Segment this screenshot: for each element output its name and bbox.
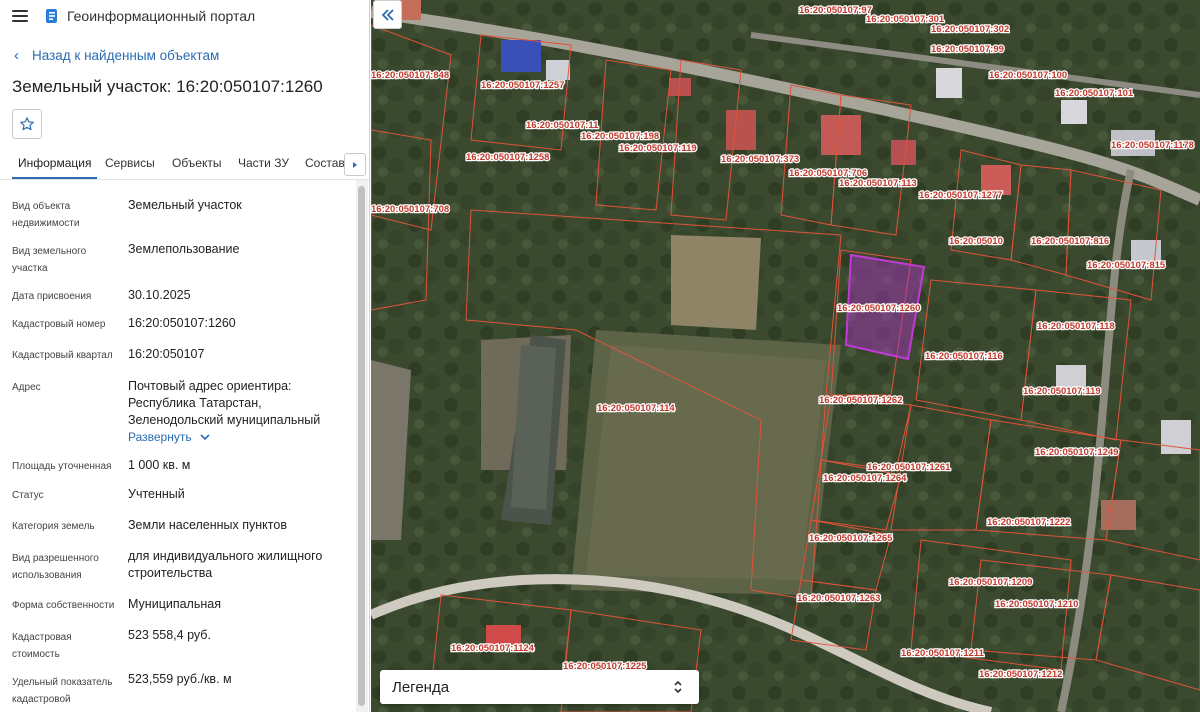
parcel-label: 16:20:050107:1264 — [823, 473, 907, 484]
collapse-panel-button[interactable] — [373, 0, 402, 29]
parcel-label: 16:20:050107:99 — [931, 44, 1004, 55]
parcel-label: 16:20:050107:1210 — [995, 599, 1078, 610]
parcel-label: 16:20:050107:101 — [1055, 88, 1134, 99]
prop-value: Почтовый адрес ориентира: Республика Тат… — [128, 379, 321, 427]
caret-right-icon — [353, 161, 357, 168]
parcel-label: 16:20:050107:118 — [1037, 321, 1115, 332]
double-chevron-left-icon — [381, 8, 394, 21]
parcel-label: 16:20:050107:1265 — [809, 533, 893, 544]
menu-icon[interactable] — [12, 10, 28, 22]
parcel-label: 16:20:050107:114 — [597, 403, 675, 414]
prop-label: Дата присвоения — [12, 291, 92, 302]
parcel-label: 16:20:050107:302 — [931, 24, 1009, 35]
chevron-down-icon — [200, 434, 210, 441]
prop-value: 16:20:050107:1260 — [128, 316, 236, 330]
scrollbar-thumb[interactable] — [358, 186, 365, 706]
tabs-scroll-right-button[interactable] — [344, 153, 366, 176]
tab-info[interactable]: Информация — [12, 150, 98, 179]
prop-label: Статус — [12, 490, 44, 501]
parcel-label: 16:20:050107:1257 — [481, 80, 564, 91]
parcel-label: 16:20:050107:1258 — [466, 152, 549, 163]
parcel-label: 16:20:050107:11 — [526, 120, 599, 131]
parcel-label: 16:20:050107:1124 — [451, 643, 535, 654]
sort-arrows-icon — [674, 680, 682, 694]
parcel-label: 16:20:05010 — [949, 236, 1003, 247]
parcel-label: 16:20:050107:1209 — [949, 577, 1032, 588]
prop-value: 16:20:050107 — [128, 347, 205, 361]
parcel-label: 16:20:050107:1263 — [797, 593, 880, 604]
info-panel: Геоинформационный портал ‹ Назад к найде… — [0, 0, 370, 712]
prop-value: Землепользование — [128, 242, 240, 256]
prop-label: Вид земельного участка — [12, 246, 87, 274]
back-to-results-link[interactable]: ‹ Назад к найденным объектам — [14, 47, 219, 64]
prop-value: Учтенный — [128, 487, 185, 501]
parcel-label: 16:20:050107:1260 — [837, 303, 920, 314]
parcel-labels: 16:20:050107:9716:20:050107:30116:20:050… — [371, 4, 1195, 682]
prop-label: Удельный показатель кадастровой — [12, 677, 113, 705]
parcel-label: 16:20:050107:1261 — [867, 462, 951, 473]
parcel-label: 16:20:050107:373 — [721, 154, 799, 165]
parcel-label: 16:20:050107:816 — [1031, 236, 1109, 247]
favorite-button[interactable] — [12, 109, 42, 139]
prop-label: Кадастровый номер — [12, 319, 106, 330]
expand-label: Развернуть — [128, 430, 192, 444]
parcel-label: 16:20:050107:1222 — [987, 517, 1070, 528]
prop-value: для индивидуального жилищного строительс… — [128, 549, 323, 580]
prop-label: Вид разрешенного использования — [12, 553, 99, 581]
parcel-label: 16:20:050107:116 — [925, 351, 1003, 362]
parcel-boundaries-layer: 16:20:050107:9716:20:050107:30116:20:050… — [371, 4, 1200, 712]
cadastral-map[interactable]: 16:20:050107:97 16:20:050107:301 16:20:050… — [371, 0, 1200, 712]
address-value: Почтовый адрес ориентира: Республика Тат… — [128, 378, 350, 446]
parcel-label: 16:20:050107:848 — [371, 70, 449, 81]
chevron-left-icon: ‹ — [14, 47, 19, 64]
prop-value: Земельный участок — [128, 198, 242, 212]
expand-address-link[interactable]: Развернуть — [128, 429, 210, 446]
parcel-label: 16:20:050107:97 — [799, 5, 872, 16]
prop-value: 523 558,4 руб. — [128, 628, 211, 642]
prop-value: 1 000 кв. м — [128, 458, 191, 472]
prop-label: Кадастровая стоимость — [12, 632, 72, 660]
prop-value: 523,559 руб./кв. м — [128, 672, 232, 686]
app-header: Геоинформационный портал — [0, 0, 369, 32]
prop-label: Адрес — [12, 382, 41, 393]
parcel-label: 16:20:050107:708 — [371, 204, 449, 215]
legend-label: Легенда — [392, 678, 450, 696]
back-label: Назад к найденным объектам — [32, 48, 220, 63]
tab-parts[interactable]: Части ЗУ — [238, 150, 289, 179]
parcel-label: 16:20:050107:198 — [581, 131, 659, 142]
object-title: Земельный участок: 16:20:050107:1260 — [12, 77, 323, 96]
prop-label: Кадастровый квартал — [12, 350, 113, 361]
properties-list: Вид объекта недвижимости Земельный участ… — [0, 186, 356, 712]
tab-services[interactable]: Сервисы — [105, 150, 155, 179]
prop-value: 30.10.2025 — [128, 288, 191, 302]
prop-label: Категория земель — [12, 521, 95, 532]
tab-objects[interactable]: Объекты — [172, 150, 222, 179]
prop-label: Форма собственности — [12, 600, 115, 611]
tab-bar: Информация Сервисы Объекты Части ЗУ Сост… — [0, 150, 369, 180]
parcel-label: 16:20:050107:815 — [1087, 260, 1166, 271]
star-icon — [20, 117, 34, 131]
panel-scrollbar[interactable] — [356, 180, 368, 712]
app-title: Геоинформационный портал — [67, 8, 256, 24]
prop-value: Муниципальная — [128, 597, 221, 611]
prop-value: Земли населенных пунктов — [128, 518, 287, 532]
parcel-label: 16:20:050107:1211 — [901, 648, 985, 659]
parcel-label: 16:20:050107:119 — [1023, 386, 1101, 397]
parcel-label: 16:20:050107:1212 — [979, 669, 1062, 680]
prop-label: Площадь уточненная — [12, 461, 112, 472]
parcel-label: 16:20:050107:100 — [989, 70, 1067, 81]
parcel-label: 16:20:050107:113 — [839, 178, 917, 189]
parcel-label: 16:20:050107:1178 — [1111, 140, 1194, 151]
parcel-label: 16:20:050107:1262 — [819, 395, 902, 406]
prop-label: Вид объекта недвижимости — [12, 201, 80, 229]
portal-logo-icon — [46, 9, 57, 23]
tab-composition[interactable]: Состав — [305, 150, 345, 179]
parcel-label: 16:20:050107:1249 — [1035, 447, 1118, 458]
parcel-label: 16:20:050107:1277 — [919, 190, 1002, 201]
parcel-label: 16:20:050107:119 — [619, 143, 697, 154]
legend-dropdown[interactable]: Легенда — [380, 670, 699, 704]
